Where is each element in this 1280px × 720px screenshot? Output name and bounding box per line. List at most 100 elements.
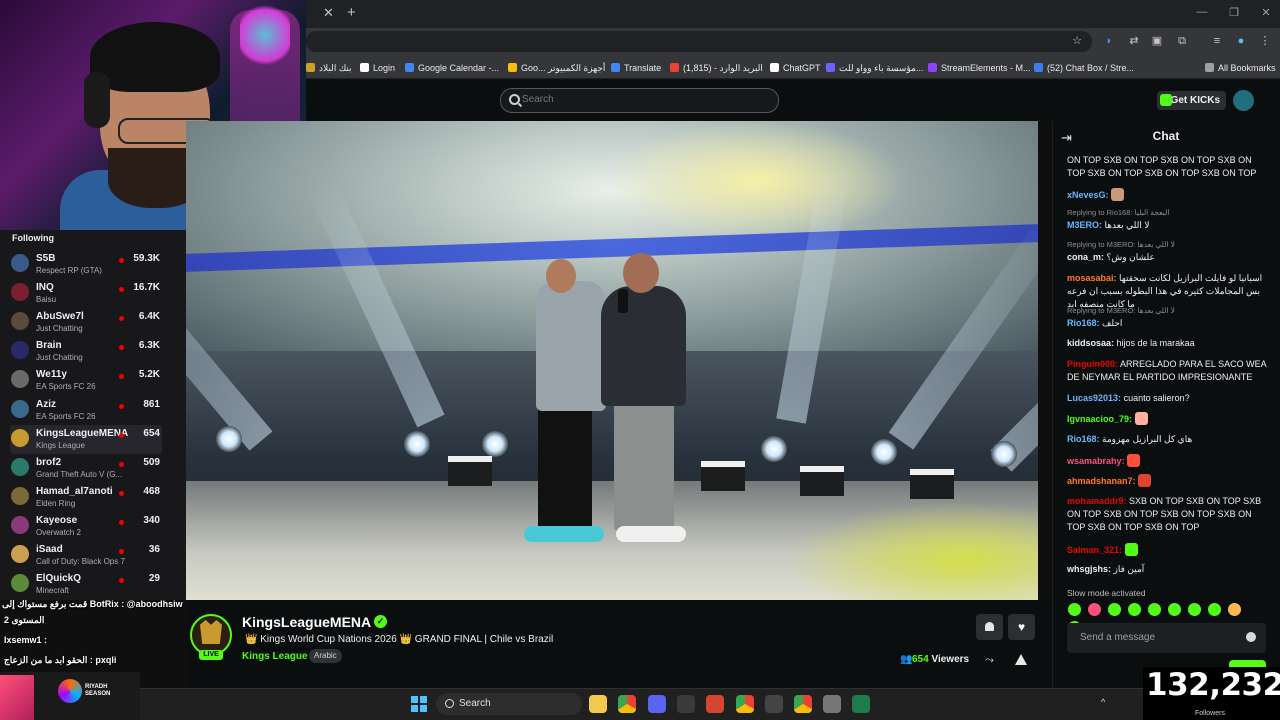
chat-collapse-icon[interactable]: ⇥ (1061, 130, 1072, 146)
emote-icon[interactable] (1128, 603, 1141, 616)
chat-message: whsgjshs: آمين فاز (1067, 563, 1267, 576)
chat-username[interactable]: cona_m: (1067, 252, 1104, 262)
bookmark-item[interactable]: Login (360, 61, 395, 75)
overlay-chat-line: قمت برفع مستواك إلى BotRix : @aboodhsiw (2, 599, 183, 609)
app-icon[interactable] (706, 695, 724, 713)
following-item[interactable]: Kayeose Overwatch 2 340 (10, 512, 162, 541)
following-item[interactable]: brof2 Grand Theft Auto V (G... 509 (10, 454, 162, 483)
browser-menu-icon[interactable]: ⋮ (1258, 34, 1272, 48)
bookmark-item[interactable]: All Bookmarks (1205, 61, 1276, 75)
quick-emotes-row[interactable] (1068, 603, 1264, 634)
search-input[interactable] (522, 94, 762, 105)
extension-icon[interactable]: ◗ (1102, 34, 1116, 48)
following-item[interactable]: We11y EA Sports FC 26 5.2K (10, 366, 162, 395)
live-dot-icon (119, 490, 124, 496)
following-item[interactable]: Brain Just Chatting 6.3K (10, 337, 162, 366)
chat-username[interactable]: Rio168: (1067, 434, 1100, 444)
extension-icon[interactable]: ▣ (1150, 34, 1164, 48)
live-dot-icon (119, 345, 124, 351)
chat-username[interactable]: kiddsosaa: (1067, 338, 1114, 348)
chrome-icon[interactable] (736, 695, 754, 713)
chat-username[interactable]: Rio168: (1067, 318, 1100, 328)
chat-username[interactable]: Pinguin000: (1067, 359, 1118, 369)
extensions-puzzle-icon[interactable]: ⧉ (1175, 34, 1189, 48)
following-item[interactable]: AbuSwe7l Just Chatting 6.4K (10, 308, 162, 337)
following-item[interactable]: iSaad Call of Duty: Black Ops 7 36 (10, 541, 162, 570)
chat-username[interactable]: wsamabrahy: (1067, 456, 1125, 466)
reply-context[interactable]: Replying to M3ERO: لا اللي بعدها (1067, 240, 1175, 249)
tab-close-icon[interactable]: ✕ (323, 6, 337, 20)
discord-icon[interactable] (648, 695, 666, 713)
obs-icon[interactable] (765, 695, 783, 713)
minimize-icon[interactable]: — (1196, 6, 1208, 18)
profile-icon[interactable]: ● (1234, 34, 1248, 48)
window-close-icon[interactable]: ✕ (1260, 6, 1272, 19)
bookmark-item[interactable]: ChatGPT (770, 61, 821, 75)
user-avatar[interactable] (1233, 90, 1254, 111)
emote-icon[interactable] (1068, 603, 1081, 616)
chat-username[interactable]: mohamaddr9: (1067, 496, 1127, 506)
address-bar[interactable] (306, 31, 1092, 52)
live-dot-icon (119, 287, 124, 293)
chrome-icon[interactable] (618, 695, 636, 713)
video-player[interactable] (186, 121, 1038, 600)
emote-icon[interactable] (1188, 603, 1201, 616)
app-icon[interactable] (677, 695, 695, 713)
following-item[interactable]: Hamad_al7anoti Elden Ring 468 (10, 483, 162, 512)
chat-username[interactable]: ahmadshanan7: (1067, 476, 1136, 486)
settings-icon[interactable] (823, 695, 841, 713)
bookmark-item[interactable]: بنك البلاد (306, 61, 352, 75)
chrome-icon[interactable] (794, 695, 812, 713)
language-tag[interactable]: Arabic (309, 649, 342, 663)
chat-username[interactable]: Salman_321: (1067, 545, 1122, 555)
category-link[interactable]: Kings League (242, 651, 308, 662)
live-dot-icon (119, 461, 124, 467)
emote-icon[interactable] (1088, 603, 1101, 616)
emote-icon[interactable] (1108, 603, 1121, 616)
channel-name[interactable]: KingsLeagueMENA (242, 614, 371, 630)
bookmark-item[interactable]: Google Calendar -... (405, 61, 499, 75)
chat-username[interactable]: M3ERO: (1067, 220, 1102, 230)
restore-icon[interactable]: ❐ (1228, 6, 1240, 19)
extension-icon[interactable]: ⇄ (1127, 34, 1141, 48)
emote-icon (1127, 454, 1141, 467)
following-item[interactable]: Aziz EA Sports FC 26 861 (10, 396, 162, 425)
riyadh-season-text: RIYADH SEASON (85, 684, 110, 698)
reply-context[interactable]: Replying to Rio168: البعجة البليا (1067, 208, 1169, 217)
reading-list-icon[interactable]: ≡ (1210, 34, 1224, 48)
emote-icon[interactable] (1208, 603, 1221, 616)
chat-message: wsamabrahy: (1067, 454, 1267, 468)
chat-username[interactable]: Igvnaacioo_79: (1067, 414, 1132, 424)
bookmark-item[interactable]: (52) Chat Box / Stre... (1034, 61, 1134, 75)
bookmark-item[interactable]: Goo... أجهزة الكمبيوتر (508, 61, 605, 75)
bookmark-item[interactable]: Translate (611, 61, 661, 75)
taskbar-search[interactable] (436, 693, 582, 715)
bookmark-item[interactable]: مؤسسة باء وواو للت... (826, 61, 923, 75)
following-item[interactable]: INQ Baisu 16.7K (10, 279, 162, 308)
chat-username[interactable]: whsgjshs: (1067, 564, 1111, 574)
follow-heart-button[interactable]: ♥ (1008, 614, 1035, 640)
chat-username[interactable]: mosasabai: (1067, 273, 1117, 283)
emoji-icon[interactable] (1246, 632, 1256, 642)
emote-icon[interactable] (1228, 603, 1241, 616)
riyadh-line2: SEASON (85, 691, 111, 697)
report-icon[interactable] (1015, 654, 1027, 665)
file-explorer-icon[interactable] (589, 695, 607, 713)
viewer-count: 468 (143, 485, 160, 497)
chat-username[interactable]: Lucas92013: (1067, 393, 1121, 403)
share-icon[interactable]: ⤳ (985, 654, 994, 667)
bookmark-item[interactable]: StreamElements - M... (928, 61, 1031, 75)
chat-username[interactable]: xNevesG: (1067, 190, 1109, 200)
new-tab-button[interactable]: + (347, 5, 356, 21)
following-item[interactable]: S5B Respect RP (GTA) 59.3K (10, 250, 162, 279)
excel-icon[interactable] (852, 695, 870, 713)
emote-icon[interactable] (1148, 603, 1161, 616)
windows-start-icon[interactable] (411, 696, 427, 712)
bookmark-item[interactable]: (1,815) - البريد الوارد (670, 61, 763, 75)
tray-chevron-icon[interactable]: ^ (1101, 697, 1105, 707)
following-item[interactable]: ElQuickQ Minecraft 29 (10, 570, 162, 599)
emote-icon[interactable] (1168, 603, 1181, 616)
bookmark-star-icon[interactable]: ☆ (1070, 34, 1084, 48)
following-item[interactable]: KingsLeagueMENA Kings League 654 (10, 424, 162, 454)
reply-context[interactable]: Replying to M3ERO: لا اللي بعدها (1067, 306, 1175, 315)
